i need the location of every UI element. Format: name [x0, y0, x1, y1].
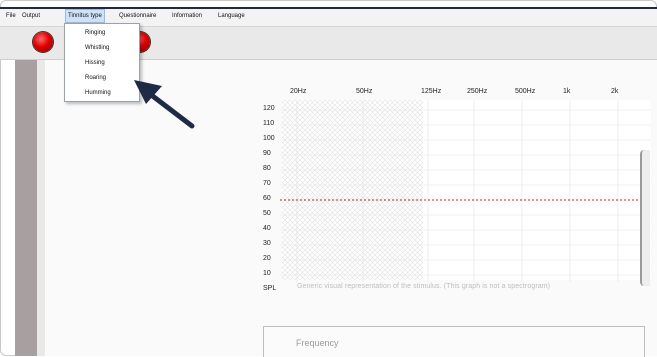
pointer-arrow-icon — [134, 80, 195, 129]
